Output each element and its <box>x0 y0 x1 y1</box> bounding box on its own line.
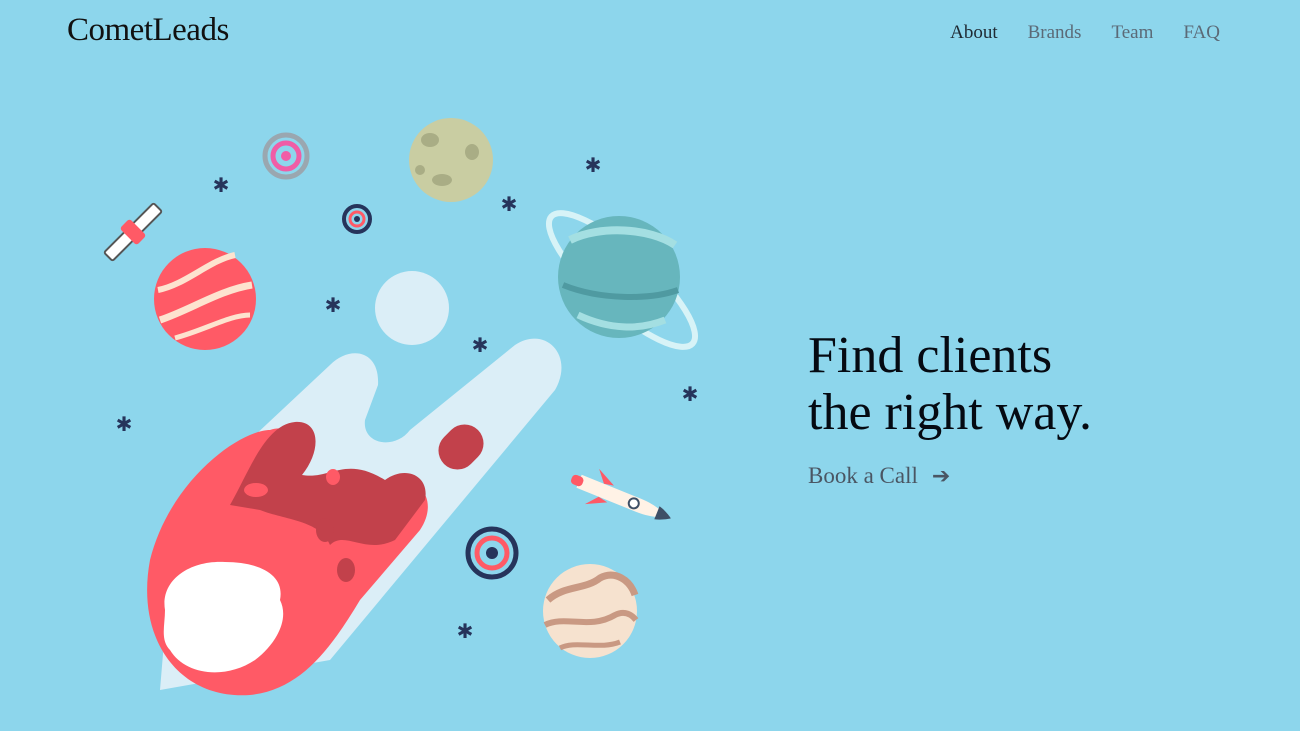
book-a-call-label: Book a Call <box>808 463 918 488</box>
star-icon: ✱ <box>501 192 518 216</box>
tan-planet <box>543 564 639 658</box>
star-icon: ✱ <box>682 382 699 406</box>
light-planet <box>375 271 449 345</box>
book-a-call-button[interactable]: Book a Call ➔ <box>808 463 950 489</box>
galaxy-icon <box>465 526 519 580</box>
satellite-icon <box>103 202 163 262</box>
nav-team[interactable]: Team <box>1111 22 1153 44</box>
nav-about[interactable]: About <box>950 22 998 44</box>
hero-title: Find clients the right way. <box>808 327 1092 441</box>
star-icon: ✱ <box>213 173 230 197</box>
nav-faq[interactable]: FAQ <box>1183 22 1220 44</box>
ringed-planet <box>545 210 699 350</box>
star-icon: ✱ <box>585 153 602 177</box>
galaxy-icon <box>262 132 310 180</box>
hero-title-line-1: Find clients <box>808 327 1053 384</box>
moon <box>409 118 493 202</box>
star-icon: ✱ <box>472 333 489 357</box>
star-icon: ✱ <box>116 412 133 436</box>
rocket-icon <box>570 468 671 520</box>
star-icon: ✱ <box>325 293 342 317</box>
main-nav: About Brands Team FAQ <box>950 22 1220 44</box>
hero-title-line-2: the right way. <box>808 384 1092 441</box>
star-icon: ✱ <box>457 619 474 643</box>
space-illustration: ✱ ✱ ✱ ✱ ✱ ✱ ✱ ✱ <box>103 118 699 696</box>
nav-brands[interactable]: Brands <box>1028 22 1082 44</box>
galaxy-icon <box>342 204 372 234</box>
arrow-right-icon: ➔ <box>931 463 951 489</box>
red-planet <box>154 248 256 350</box>
